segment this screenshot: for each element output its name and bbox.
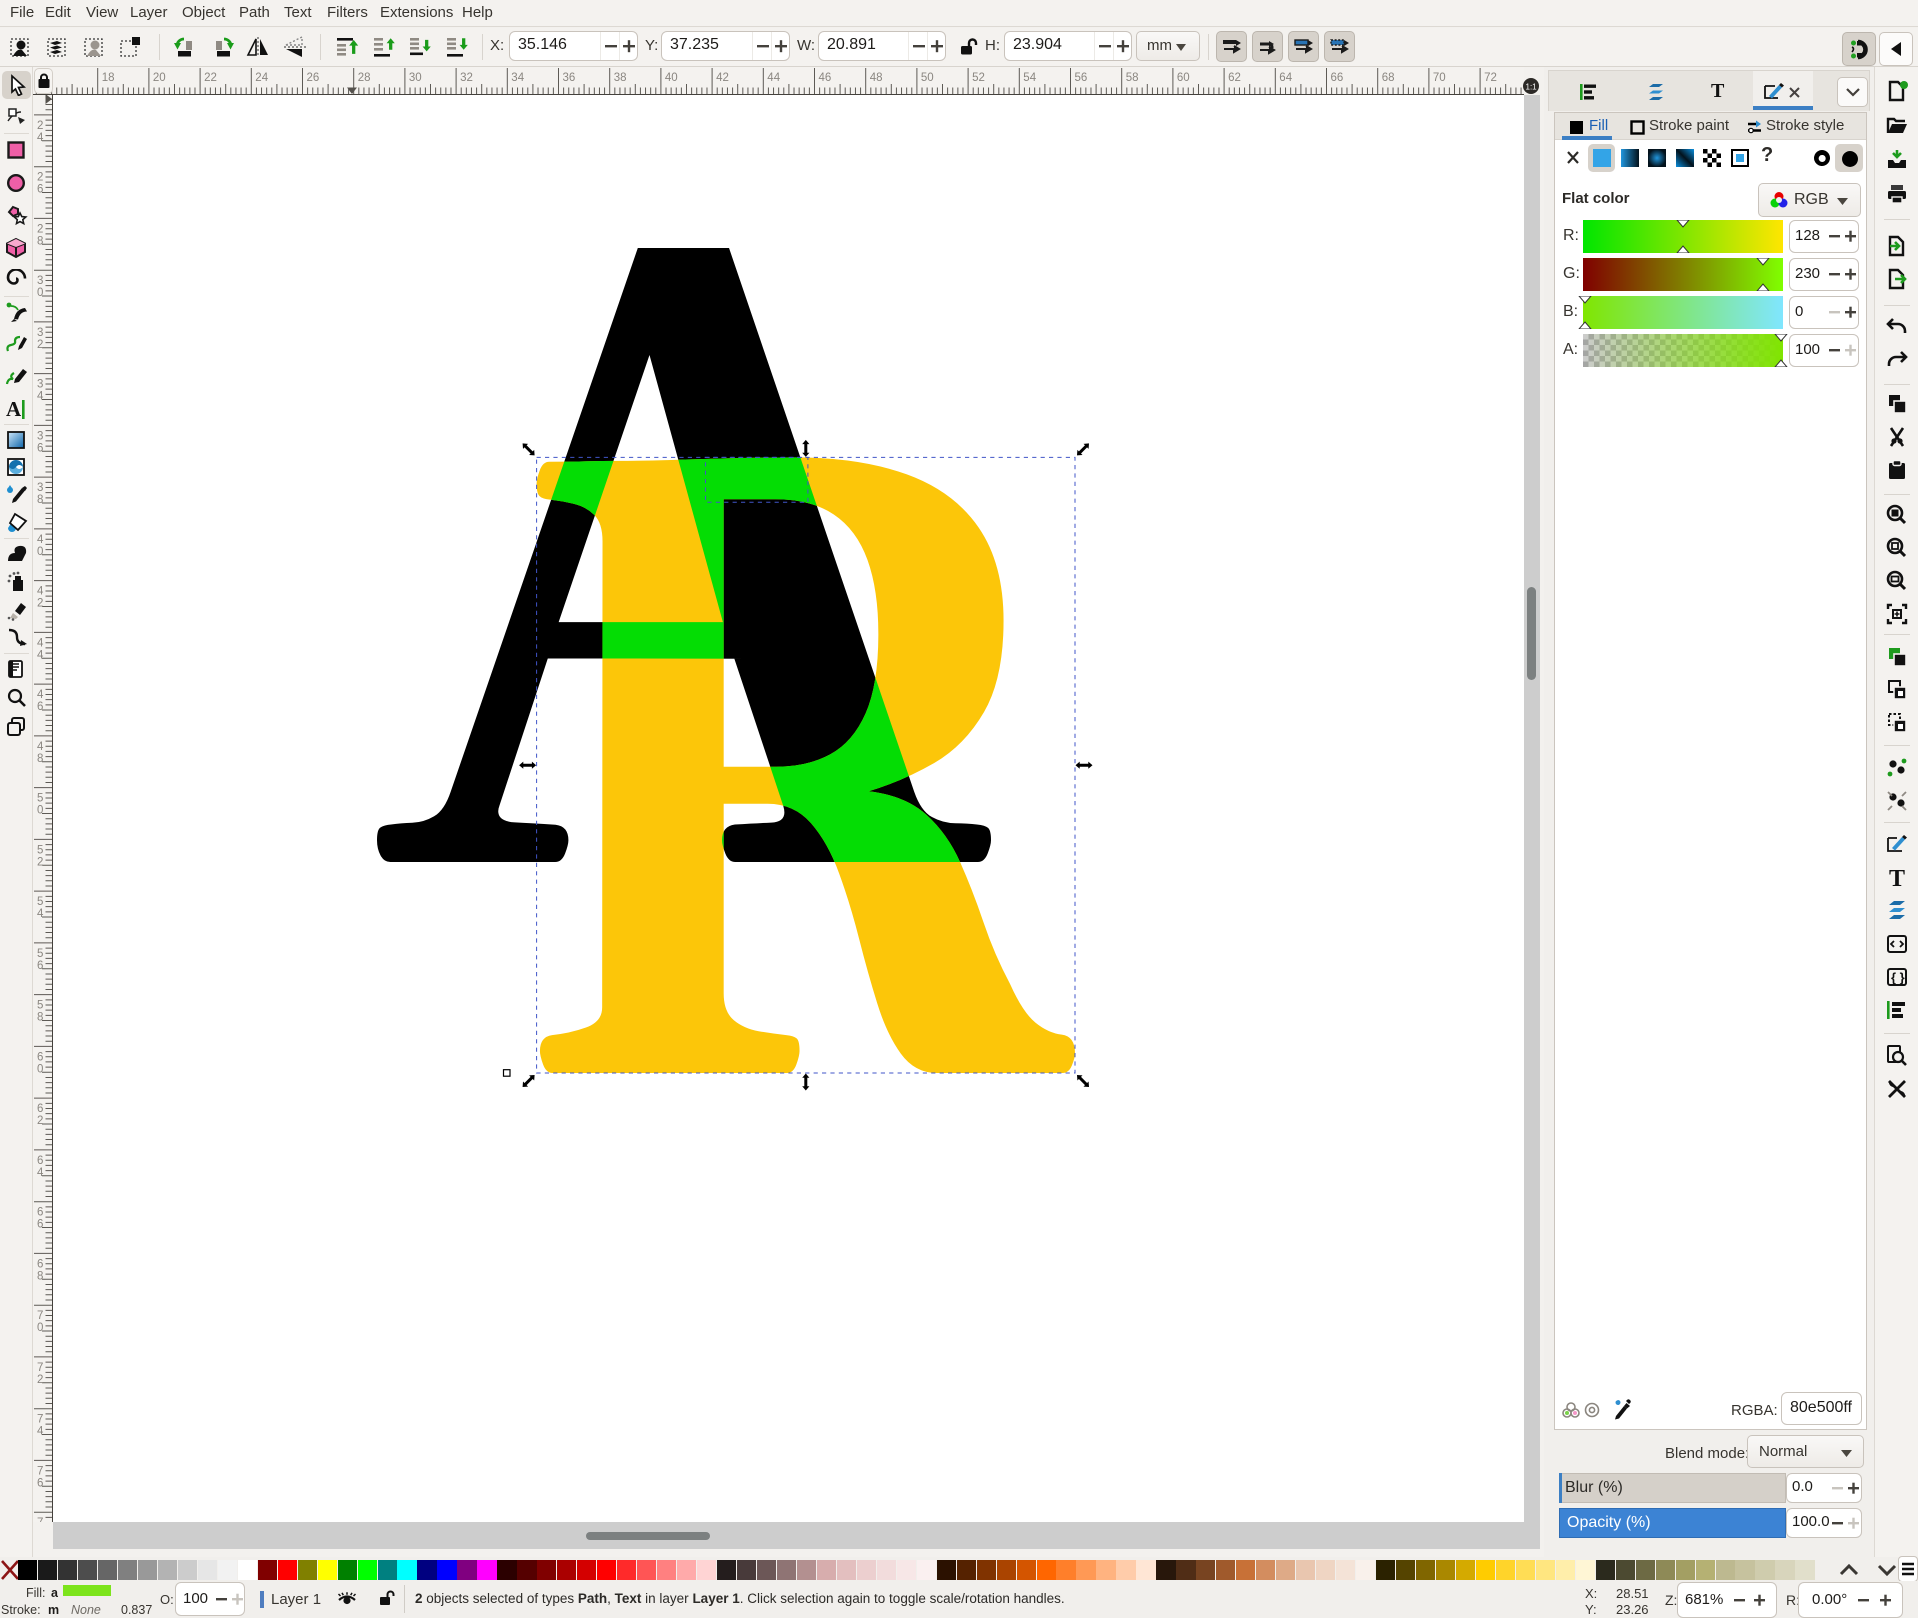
svg-text:60: 60 [1177, 72, 1190, 84]
svg-text:A: A [6, 398, 22, 420]
svg-text:36: 36 [563, 72, 576, 84]
svg-text:6: 6 [37, 701, 43, 713]
svg-text:48: 48 [870, 72, 883, 84]
svg-text:3: 3 [37, 275, 43, 287]
svg-text:6: 6 [37, 1477, 43, 1489]
svg-text:5: 5 [37, 948, 43, 960]
svg-text:64: 64 [1279, 72, 1292, 84]
svg-text:72: 72 [1484, 72, 1497, 84]
svg-text:38: 38 [614, 72, 627, 84]
svg-text:26: 26 [307, 72, 320, 84]
svg-text:8: 8 [37, 1012, 43, 1024]
svg-text:4: 4 [37, 741, 44, 753]
svg-text:2: 2 [37, 339, 43, 351]
svg-text:3: 3 [37, 379, 43, 391]
svg-text:7: 7 [37, 1310, 43, 1322]
svg-text:4: 4 [37, 132, 44, 144]
svg-text:58: 58 [1126, 72, 1139, 84]
svg-text:6: 6 [37, 184, 43, 196]
svg-text:3: 3 [37, 482, 43, 494]
svg-text:42: 42 [716, 72, 729, 84]
svg-text:4: 4 [37, 649, 44, 661]
svg-text:54: 54 [1023, 72, 1036, 84]
svg-text:6: 6 [37, 1103, 43, 1115]
svg-text:30: 30 [409, 72, 422, 84]
svg-text:20: 20 [153, 72, 166, 84]
svg-text:8: 8 [37, 235, 43, 247]
svg-text:32: 32 [460, 72, 473, 84]
svg-text:2: 2 [37, 598, 43, 610]
svg-text:7: 7 [37, 1465, 43, 1477]
svg-text:56: 56 [1075, 72, 1088, 84]
svg-text:70: 70 [1433, 72, 1446, 84]
svg-text:5: 5 [37, 793, 43, 805]
svg-text:5: 5 [37, 896, 43, 908]
svg-text:0: 0 [37, 1322, 43, 1334]
svg-text:4: 4 [37, 534, 44, 546]
svg-text:4: 4 [37, 1426, 44, 1438]
svg-text:46: 46 [819, 72, 832, 84]
svg-text:28: 28 [358, 72, 371, 84]
svg-text:7: 7 [37, 1517, 43, 1522]
svg-text:2: 2 [37, 223, 43, 235]
svg-text:66: 66 [1331, 72, 1344, 84]
svg-text:2: 2 [37, 172, 43, 184]
svg-text:8: 8 [37, 1270, 43, 1282]
svg-text:0: 0 [37, 287, 43, 299]
svg-text:4: 4 [37, 689, 44, 701]
svg-text:{ }: { } [1891, 970, 1905, 985]
svg-text:8: 8 [37, 494, 43, 506]
svg-text:68: 68 [1382, 72, 1395, 84]
svg-text:2: 2 [37, 1374, 43, 1386]
svg-text:40: 40 [665, 72, 678, 84]
svg-text:2: 2 [37, 1115, 43, 1127]
svg-text:62: 62 [1228, 72, 1241, 84]
svg-text:6: 6 [37, 960, 43, 972]
svg-text:7: 7 [37, 1362, 43, 1374]
svg-text:0: 0 [37, 546, 43, 558]
svg-text:6: 6 [37, 1051, 43, 1063]
svg-text:7: 7 [37, 1414, 43, 1426]
svg-text:4: 4 [37, 637, 44, 649]
svg-text:4: 4 [37, 1167, 44, 1179]
svg-text:6: 6 [37, 1219, 43, 1231]
svg-text:5: 5 [37, 1000, 43, 1012]
svg-text:0: 0 [37, 1063, 43, 1075]
svg-text:44: 44 [767, 72, 780, 84]
svg-text:4: 4 [37, 908, 44, 920]
svg-text:1:1: 1:1 [1526, 83, 1538, 92]
svg-text:6: 6 [37, 1207, 43, 1219]
svg-text:3: 3 [37, 327, 43, 339]
svg-text:5: 5 [37, 844, 43, 856]
svg-text:52: 52 [972, 72, 985, 84]
svg-text:6: 6 [37, 442, 43, 454]
svg-text:50: 50 [921, 72, 934, 84]
svg-text:0: 0 [37, 805, 43, 817]
svg-text:4: 4 [37, 391, 44, 403]
svg-text:4: 4 [37, 586, 44, 598]
svg-text:2: 2 [37, 856, 43, 868]
svg-text:8: 8 [37, 753, 43, 765]
svg-text:6: 6 [37, 1258, 43, 1270]
svg-text:34: 34 [511, 72, 524, 84]
svg-text:2: 2 [37, 120, 43, 132]
svg-text:24: 24 [255, 72, 268, 84]
svg-text:6: 6 [37, 1155, 43, 1167]
svg-text:T: T [1889, 866, 1905, 890]
svg-text:22: 22 [204, 72, 217, 84]
svg-text:18: 18 [102, 72, 115, 84]
svg-text:3: 3 [37, 430, 43, 442]
